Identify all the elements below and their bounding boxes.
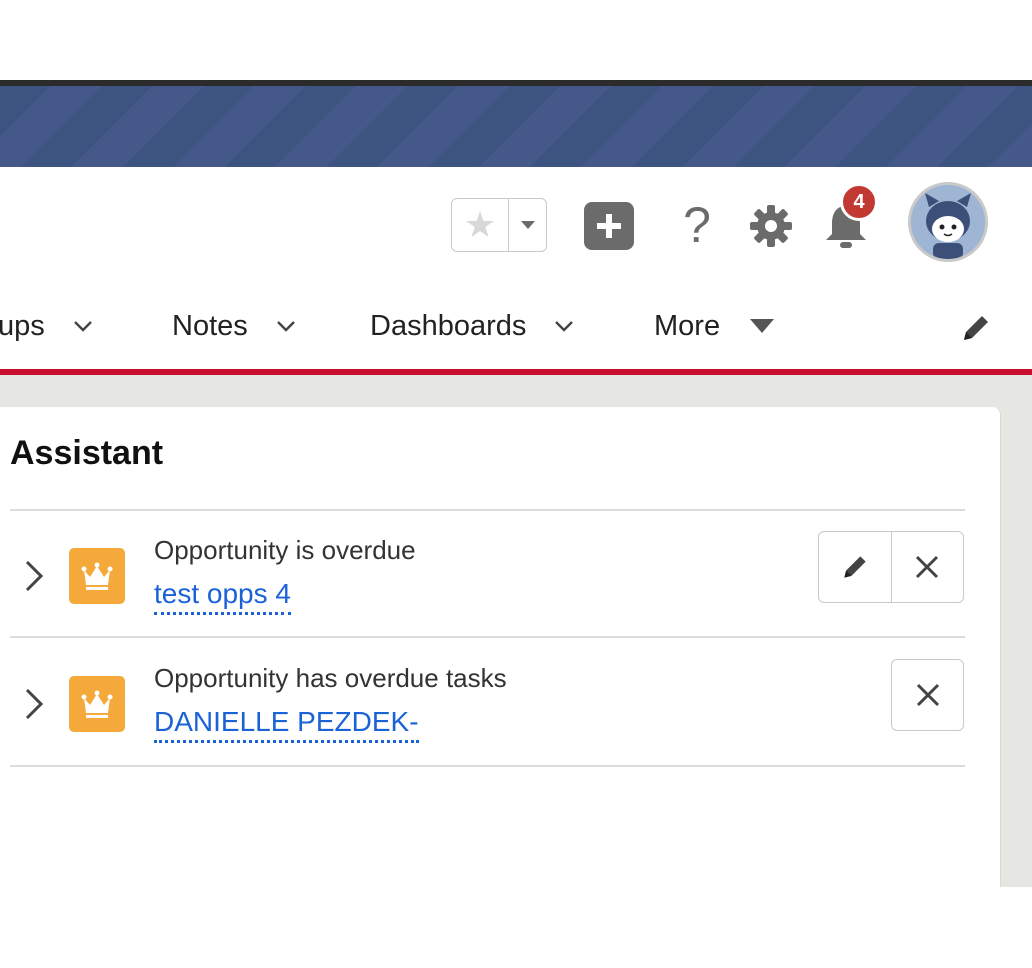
plus-icon	[597, 214, 621, 238]
assistant-panel	[0, 407, 1001, 887]
chevron-down-icon[interactable]	[276, 320, 296, 332]
nav-item-label: ups	[0, 309, 45, 342]
nav-item-label: Dashboards	[370, 309, 527, 342]
nav-item-dashboards[interactable]: Dashboards	[370, 290, 574, 362]
nav-item-label: Notes	[172, 309, 248, 342]
favorites-star-button[interactable]: ★	[452, 199, 508, 251]
dismiss-button[interactable]	[890, 532, 964, 602]
avatar-icon	[911, 185, 985, 259]
nav-item-groups[interactable]: ups	[0, 290, 93, 362]
setup-button[interactable]	[748, 203, 794, 249]
assistant-item-description: Opportunity has overdue tasks	[154, 663, 507, 693]
assistant-item-link[interactable]: DANIELLE PEZDEK-	[154, 705, 419, 743]
assistant-item-link[interactable]: test opps 4	[154, 577, 291, 615]
favorites-control: ★	[451, 198, 547, 252]
app-navigation-bar: ups Notes Dashboards More	[0, 290, 1032, 372]
notification-count-badge: 4	[840, 183, 878, 221]
close-icon	[916, 555, 939, 579]
edit-button[interactable]	[819, 532, 891, 602]
divider	[10, 509, 965, 511]
nav-item-notes[interactable]: Notes	[172, 290, 296, 362]
opportunity-icon	[69, 676, 125, 732]
help-icon: ?	[683, 197, 711, 253]
global-actions-button[interactable]	[584, 202, 634, 250]
assistant-item-actions	[891, 659, 964, 731]
divider	[10, 765, 965, 767]
dropdown-caret-icon	[520, 221, 535, 229]
gear-icon	[750, 205, 792, 247]
assistant-item-actions	[818, 531, 964, 603]
chevron-down-icon[interactable]	[73, 320, 93, 332]
caret-down-icon	[750, 319, 775, 333]
header-banner	[0, 86, 1032, 167]
assistant-item-description: Opportunity is overdue	[154, 535, 416, 565]
help-button[interactable]: ?	[672, 195, 722, 255]
chevron-right-icon[interactable]	[22, 687, 46, 721]
close-icon	[916, 683, 939, 707]
nav-item-label: More	[654, 309, 721, 342]
divider	[10, 636, 965, 638]
nav-item-more[interactable]: More	[654, 290, 775, 362]
dismiss-button[interactable]	[892, 660, 963, 730]
favorites-dropdown-button[interactable]	[508, 199, 546, 251]
crown-icon	[81, 562, 113, 590]
chevron-right-icon[interactable]	[22, 559, 46, 593]
chevron-down-icon[interactable]	[554, 320, 574, 332]
star-icon: ★	[463, 204, 497, 245]
opportunity-icon	[69, 548, 125, 604]
panel-title: Assistant	[10, 434, 164, 472]
user-avatar-button[interactable]	[908, 182, 988, 262]
edit-nav-items-button[interactable]	[958, 310, 994, 346]
crown-icon	[81, 690, 113, 718]
edit-pencil-icon	[964, 316, 988, 340]
edit-pencil-icon	[844, 556, 866, 578]
